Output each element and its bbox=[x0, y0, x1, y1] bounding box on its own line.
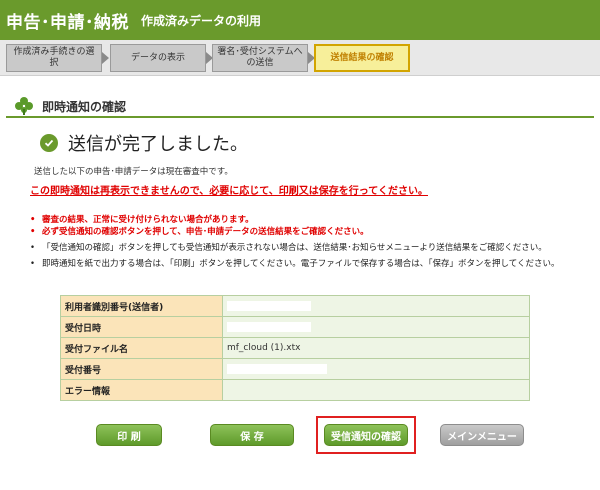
masked-value bbox=[227, 321, 311, 332]
clover-icon bbox=[15, 97, 33, 115]
list-item-continuation: 必ず受信通知の確認ボタンを押して、申告･申請データの送信結果をご確認ください。 bbox=[30, 226, 590, 238]
row-value bbox=[222, 379, 530, 401]
row-label: 受付番号 bbox=[60, 358, 223, 380]
page-subtitle: 作成済みデータの利用 bbox=[141, 13, 262, 28]
table-row: 受付日時 bbox=[60, 316, 530, 338]
step-result-active: 送信結果の確認 bbox=[314, 44, 410, 72]
row-value bbox=[222, 316, 530, 338]
step-select-procedure: 作成済み手続きの選択 bbox=[6, 44, 102, 72]
list-item: 審査の結果、正常に受け付けられない場合があります。 bbox=[30, 214, 590, 226]
save-button[interactable]: 保 存 bbox=[210, 424, 294, 446]
row-value bbox=[222, 358, 530, 380]
completion-banner: 送信が完了しました。 bbox=[40, 130, 248, 156]
step-display-data: データの表示 bbox=[110, 44, 206, 72]
masked-value bbox=[227, 363, 327, 374]
print-button[interactable]: 印 刷 bbox=[96, 424, 162, 446]
main-menu-button[interactable]: メインメニュー bbox=[440, 424, 524, 446]
row-label: エラー情報 bbox=[60, 379, 223, 401]
step-send-system: 署名･受付システムへの送信 bbox=[212, 44, 308, 72]
table-row: エラー情報 bbox=[60, 379, 530, 401]
notice-list: 審査の結果、正常に受け付けられない場合があります。 必ず受信通知の確認ボタンを押… bbox=[30, 214, 590, 270]
section-header: 即時通知の確認 bbox=[6, 96, 594, 118]
row-label: 受付ファイル名 bbox=[60, 337, 223, 359]
row-label: 利用者識別番号(送信者) bbox=[60, 295, 223, 317]
step-arrow-icon bbox=[102, 52, 109, 64]
list-item: 即時通知を紙で出力する場合は、「印刷」ボタンを押してください。電子ファイルで保存… bbox=[30, 258, 590, 270]
progress-steps: 作成済み手続きの選択 データの表示 署名･受付システムへの送信 送信結果の確認 bbox=[0, 40, 600, 76]
table-row: 受付ファイル名 mf_cloud (1).xtx bbox=[60, 337, 530, 359]
check-icon bbox=[40, 134, 58, 152]
masked-value bbox=[227, 300, 311, 311]
warning-text: この即時通知は再表示できませんので、必要に応じて、印刷又は保存を行ってください。 bbox=[30, 186, 428, 197]
table-row: 受付番号 bbox=[60, 358, 530, 380]
receipt-table: 利用者識別番号(送信者) 受付日時 受付ファイル名 mf_cloud (1).x… bbox=[60, 295, 530, 401]
row-label: 受付日時 bbox=[60, 316, 223, 338]
app-header: 申告･申請･納税 作成済みデータの利用 bbox=[0, 0, 600, 40]
list-item: 「受信通知の確認」ボタンを押しても受信通知が表示されない場合は、送信結果･お知ら… bbox=[30, 242, 590, 254]
brand-title: 申告･申請･納税 bbox=[6, 12, 129, 33]
check-receipt-button[interactable]: 受信通知の確認 bbox=[324, 424, 408, 446]
completion-message: 送信が完了しました。 bbox=[68, 134, 248, 155]
table-row: 利用者識別番号(送信者) bbox=[60, 295, 530, 317]
row-value: mf_cloud (1).xtx bbox=[222, 337, 530, 359]
section-title: 即時通知の確認 bbox=[42, 99, 127, 114]
status-text: 送信した以下の申告･申請データは現在審査中です。 bbox=[34, 167, 233, 177]
row-value bbox=[222, 295, 530, 317]
